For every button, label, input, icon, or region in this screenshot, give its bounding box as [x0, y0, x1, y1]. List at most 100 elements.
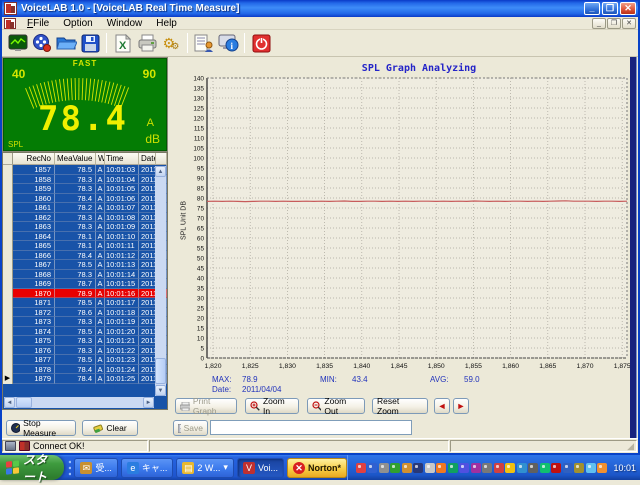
- maximize-button[interactable]: ❐: [602, 2, 618, 15]
- zoom-out-button[interactable]: Zoom Out: [307, 398, 365, 414]
- tray-icon[interactable]: [448, 463, 458, 473]
- tray-icon[interactable]: [436, 463, 446, 473]
- mdi-restore-button[interactable]: ❐: [607, 18, 621, 29]
- table-row[interactable]: 187078.9A10:01:162011/0: [3, 289, 167, 299]
- tray-icon[interactable]: [459, 463, 469, 473]
- clear-button[interactable]: Clear: [82, 420, 138, 436]
- scroll-down-icon[interactable]: ▼: [155, 385, 166, 396]
- table-row[interactable]: 187678.3A10:01:222011/0: [3, 346, 167, 356]
- table-row[interactable]: ▶187978.4A10:01:252011/0: [3, 374, 167, 384]
- save-file-icon[interactable]: [78, 32, 102, 55]
- taskbar-button[interactable]: ✕Norton*: [287, 458, 347, 478]
- table-horizontal-scrollbar[interactable]: ◄ ►: [4, 397, 154, 408]
- table-row[interactable]: 187378.3A10:01:192011/0: [3, 317, 167, 327]
- table-cell: 1870: [13, 289, 55, 299]
- tray-icon[interactable]: [517, 463, 527, 473]
- tray-icon[interactable]: [425, 463, 435, 473]
- scroll-up-icon[interactable]: ▲: [155, 166, 166, 177]
- tray-icon[interactable]: [563, 463, 573, 473]
- chevron-down-icon[interactable]: ▾: [223, 462, 228, 473]
- settings-gears-icon[interactable]: ⚙⚙: [159, 32, 183, 55]
- scrollbar-thumb[interactable]: [16, 397, 32, 408]
- scroll-right-icon[interactable]: ►: [143, 397, 154, 408]
- resize-grip[interactable]: ◢: [627, 442, 634, 451]
- save-filename-input[interactable]: [210, 420, 412, 435]
- menu-file[interactable]: FFile: [20, 18, 56, 29]
- realtime-graph-icon[interactable]: [6, 32, 30, 55]
- media-record-icon[interactable]: [30, 32, 54, 55]
- table-row[interactable]: 186478.1A10:01:102011/0: [3, 232, 167, 242]
- taskbar-button[interactable]: VVoi...: [237, 458, 284, 478]
- taskbar-button[interactable]: eキャ...: [121, 458, 174, 478]
- tray-icon[interactable]: [471, 463, 481, 473]
- tray-icon[interactable]: [494, 463, 504, 473]
- print-icon[interactable]: [135, 32, 159, 55]
- tray-icon[interactable]: [402, 463, 412, 473]
- table-row[interactable]: 186178.2A10:01:072011/0: [3, 203, 167, 213]
- mdi-minimize-button[interactable]: _: [592, 18, 606, 29]
- table-row[interactable]: 186878.3A10:01:142011/0: [3, 270, 167, 280]
- tray-icon[interactable]: [574, 463, 584, 473]
- taskbar-button[interactable]: ▤2 W...▾: [176, 458, 234, 478]
- menu-help[interactable]: Help: [149, 18, 184, 29]
- table-row[interactable]: 186078.4A10:01:062011/0: [3, 194, 167, 204]
- table-row[interactable]: 187778.5A10:01:232011/0: [3, 355, 167, 365]
- col-meavalue[interactable]: MeaValue: [55, 153, 96, 165]
- tray-icon[interactable]: [505, 463, 515, 473]
- tray-icon[interactable]: [597, 463, 607, 473]
- table-row[interactable]: 187878.4A10:01:242011/0: [3, 365, 167, 375]
- table-row[interactable]: 187178.5A10:01:172011/0: [3, 298, 167, 308]
- table-row[interactable]: 186678.4A10:01:122011/0: [3, 251, 167, 261]
- table-row[interactable]: 185978.3A10:01:052011/0: [3, 184, 167, 194]
- tray-icon[interactable]: [379, 463, 389, 473]
- col-w[interactable]: W: [96, 153, 105, 165]
- table-vertical-scrollbar[interactable]: ▲ ▼: [155, 166, 166, 396]
- open-folder-icon[interactable]: [54, 32, 78, 55]
- col-recno[interactable]: RecNo: [13, 153, 55, 165]
- close-button[interactable]: ✕: [620, 2, 636, 15]
- stop-measure-button[interactable]: Stop Measure: [6, 420, 76, 436]
- reset-zoom-button[interactable]: Reset Zoom: [372, 398, 428, 414]
- scrollbar-thumb[interactable]: [155, 358, 166, 384]
- table-row[interactable]: 186578.1A10:01:112011/0: [3, 241, 167, 251]
- row-selector: [3, 194, 13, 204]
- start-button[interactable]: スタート: [0, 455, 64, 480]
- tray-icon[interactable]: [551, 463, 561, 473]
- tray-icon[interactable]: [586, 463, 596, 473]
- minimize-button[interactable]: _: [584, 2, 600, 15]
- tray-icon[interactable]: [356, 463, 366, 473]
- tray-icon[interactable]: [413, 463, 423, 473]
- tray-icon[interactable]: [528, 463, 538, 473]
- print-graph-button[interactable]: Print Graph: [175, 398, 237, 414]
- table-row[interactable]: 187578.3A10:01:212011/0: [3, 336, 167, 346]
- menu-window[interactable]: Window: [100, 18, 150, 29]
- col-time[interactable]: Time: [105, 153, 139, 165]
- scroll-left-icon[interactable]: ◄: [4, 397, 15, 408]
- taskbar-button[interactable]: ✉受...: [74, 458, 118, 478]
- col-date[interactable]: Date: [139, 153, 156, 165]
- pan-right-button[interactable]: ►: [453, 398, 469, 414]
- menu-option[interactable]: Option: [56, 18, 99, 29]
- table-row[interactable]: 186378.3A10:01:092011/0: [3, 222, 167, 232]
- floppy-icon: [178, 424, 181, 433]
- table-row[interactable]: 185778.5A10:01:032011/0: [3, 165, 167, 175]
- mdi-close-button[interactable]: ✕: [622, 18, 636, 29]
- tray-icon[interactable]: [540, 463, 550, 473]
- table-row[interactable]: 186278.3A10:01:082011/0: [3, 213, 167, 223]
- excel-export-icon[interactable]: X: [111, 32, 135, 55]
- table-row[interactable]: 187278.6A10:01:182011/0: [3, 308, 167, 318]
- zoom-in-button[interactable]: Zoom In: [245, 398, 299, 414]
- svg-text:1,845: 1,845: [390, 363, 407, 370]
- table-row[interactable]: 186978.7A10:01:152011/0: [3, 279, 167, 289]
- save-button[interactable]: Save: [173, 420, 208, 436]
- report-icon[interactable]: [192, 32, 216, 55]
- pan-left-button[interactable]: ◄: [434, 398, 450, 414]
- tray-icon[interactable]: [367, 463, 377, 473]
- tray-icon[interactable]: [482, 463, 492, 473]
- exit-power-icon[interactable]: [249, 32, 273, 55]
- table-row[interactable]: 186778.5A10:01:132011/0: [3, 260, 167, 270]
- table-row[interactable]: 187478.5A10:01:202011/0: [3, 327, 167, 337]
- tray-icon[interactable]: [390, 463, 400, 473]
- info-icon[interactable]: i: [216, 32, 240, 55]
- table-row[interactable]: 185878.3A10:01:042011/0: [3, 175, 167, 185]
